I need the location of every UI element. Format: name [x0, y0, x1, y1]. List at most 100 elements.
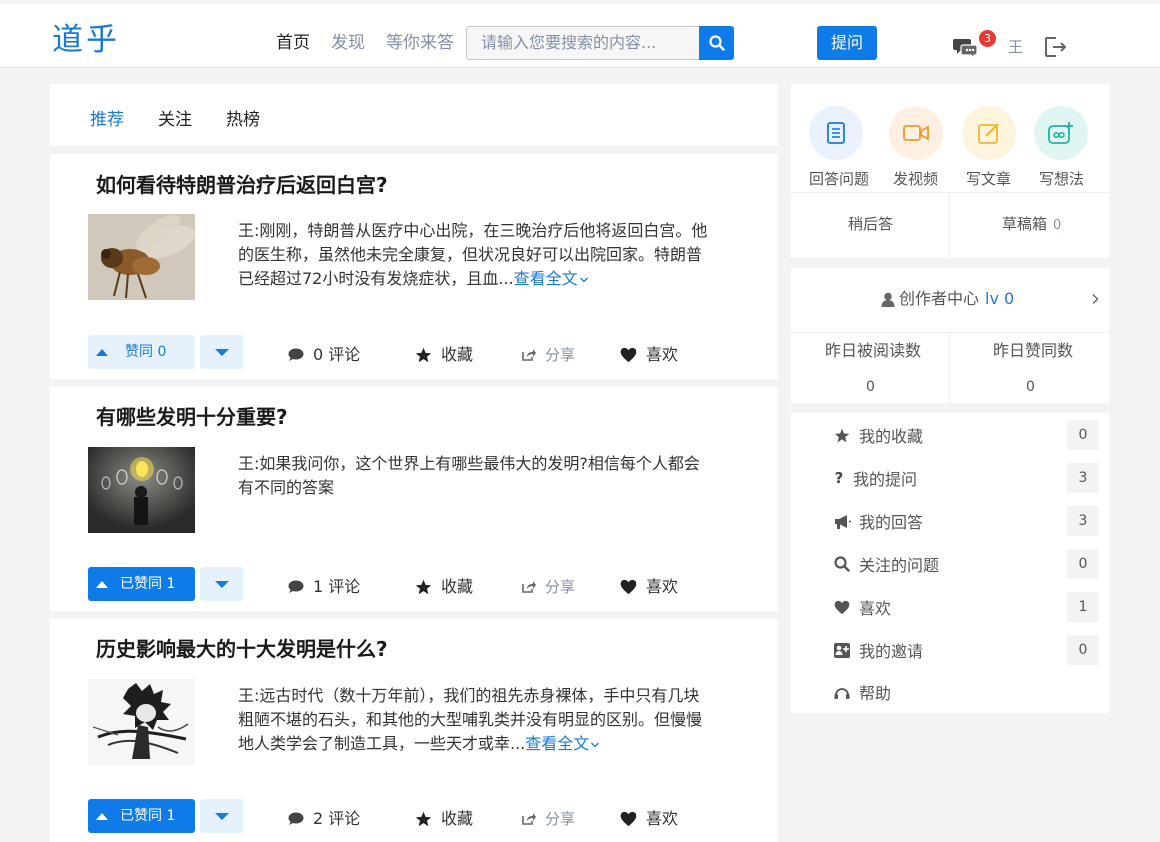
tab-recommend[interactable]: 推荐 [90, 109, 124, 131]
logout-icon[interactable] [1044, 36, 1068, 58]
answer-question-action[interactable] [809, 106, 863, 160]
like-button[interactable]: 喜欢 [620, 576, 678, 598]
drafts-label: 草稿箱 [1002, 215, 1048, 233]
chevron-down-icon [591, 742, 600, 748]
drafts-count: 0 [1053, 218, 1062, 233]
menu-count: 0 [1067, 635, 1099, 665]
read-more-link[interactable]: 查看全文 [514, 269, 589, 288]
top-header: 道乎 首页 发现 等你来答 请输入您要搜索的内容... 提问 3 王 [0, 4, 1160, 68]
comment-button[interactable]: 0 评论 [288, 344, 360, 366]
divider [949, 192, 950, 258]
like-button[interactable]: 喜欢 [620, 808, 678, 830]
drafts-link[interactable]: 草稿箱 0 [1002, 213, 1061, 237]
comment-icon [288, 348, 304, 361]
menu-label: 帮助 [859, 684, 892, 703]
search-button[interactable] [699, 26, 734, 60]
comment-count: 2 评论 [313, 809, 361, 828]
comment-button[interactable]: 2 评论 [288, 808, 360, 830]
comment-icon [288, 812, 304, 825]
nav-discover[interactable]: 发现 [331, 32, 365, 54]
collect-button[interactable]: 收藏 [415, 344, 473, 366]
site-logo[interactable]: 道乎 [52, 20, 120, 60]
megaphone-icon [834, 514, 851, 529]
share-button[interactable]: 分享 [521, 808, 575, 830]
write-article-action[interactable] [962, 106, 1016, 160]
write-idea-action[interactable] [1034, 106, 1088, 160]
post-video-label[interactable]: 发视频 [893, 168, 938, 190]
like-button[interactable]: 喜欢 [620, 344, 678, 366]
share-button[interactable]: 分享 [521, 344, 575, 366]
user-name[interactable]: 王 [1008, 36, 1023, 58]
answer-question-label[interactable]: 回答问题 [809, 168, 869, 190]
search-icon [834, 556, 850, 572]
question-title[interactable]: 历史影响最大的十大发明是什么? [96, 635, 388, 663]
collect-button[interactable]: 收藏 [415, 576, 473, 598]
qa-circle [962, 106, 1016, 160]
share-icon [522, 581, 536, 593]
menu-help[interactable]: 帮助 [833, 675, 891, 709]
answer-later-link[interactable]: 稍后答 [848, 213, 893, 235]
tab-follow[interactable]: 关注 [158, 109, 192, 131]
menu-my-answers[interactable]: 我的回答 [833, 504, 923, 538]
collect-label: 收藏 [441, 577, 474, 596]
comment-button[interactable]: 1 评论 [288, 576, 360, 598]
question-title[interactable]: 如何看待特朗普治疗后返回白宫? [96, 171, 388, 199]
qa-circle [1034, 106, 1088, 160]
comment-count: 0 评论 [313, 345, 361, 364]
comment-icon [288, 580, 304, 593]
answer-thumbnail[interactable] [88, 214, 195, 300]
menu-label: 我的提问 [853, 470, 918, 489]
menu-followed-questions[interactable]: 关注的问题 [833, 547, 939, 581]
downvote-button[interactable] [200, 567, 243, 601]
write-article-label[interactable]: 写文章 [966, 168, 1011, 190]
write-idea-label[interactable]: 写想法 [1039, 168, 1084, 190]
menu-my-invitations[interactable]: 我的邀请 [833, 633, 923, 667]
downvote-arrow-icon [214, 812, 229, 820]
qa-circle [809, 106, 863, 160]
menu-label: 我的回答 [859, 513, 924, 532]
fly-image [88, 214, 195, 300]
question-title[interactable]: 有哪些发明十分重要? [96, 403, 288, 431]
upvote-button[interactable]: 已赞同 1 [88, 799, 195, 833]
post-video-action[interactable] [889, 106, 943, 160]
search-input[interactable]: 请输入您要搜索的内容... [466, 26, 700, 60]
menu-my-questions[interactable]: ? 我的提问 [833, 461, 917, 495]
heart-icon [620, 579, 637, 595]
messages-icon[interactable] [953, 36, 979, 60]
read-more-link[interactable]: 查看全文 [525, 734, 600, 753]
downvote-button[interactable] [200, 335, 243, 369]
upvote-arrow-icon [96, 812, 108, 820]
menu-count: 0 [1067, 549, 1099, 579]
menu-label: 我的邀请 [859, 642, 924, 661]
user-icon [881, 292, 895, 307]
menu-count: 3 [1067, 463, 1099, 493]
downvote-arrow-icon [214, 348, 229, 356]
share-button[interactable]: 分享 [521, 576, 575, 598]
document-icon [827, 122, 845, 144]
tab-hot[interactable]: 热榜 [226, 109, 260, 131]
share-label: 分享 [545, 346, 576, 364]
ask-question-button[interactable]: 提问 [817, 26, 877, 60]
menu-my-collections[interactable]: 我的收藏 [833, 418, 923, 452]
creator-center-link[interactable]: 创作者中心 lv 0 [881, 288, 1014, 310]
upvote-button[interactable]: 赞同 0 [88, 335, 195, 369]
answer-thumbnail[interactable] [88, 679, 195, 765]
answer-thumbnail[interactable] [88, 447, 195, 533]
collect-button[interactable]: 收藏 [415, 808, 473, 830]
menu-likes[interactable]: 喜欢 [833, 590, 891, 624]
creator-center-panel: 创作者中心 lv 0 昨日被阅读数 0 昨日赞同数 0 [791, 268, 1109, 403]
downvote-button[interactable] [200, 799, 243, 833]
upvote-button[interactable]: 已赞同 1 [88, 567, 195, 601]
menu-label: 关注的问题 [859, 556, 940, 575]
nav-waiting-answers[interactable]: 等你来答 [386, 32, 454, 54]
nav-home[interactable]: 首页 [276, 32, 310, 54]
idea-icon [1048, 122, 1073, 144]
star-icon [415, 579, 432, 595]
share-label: 分享 [545, 578, 576, 596]
chevron-right-icon[interactable] [1091, 293, 1099, 305]
excerpt-text: 王:如果我问你，这个世界上有哪些最伟大的发明?相信每个人都会有不同的答案 [238, 454, 700, 497]
share-icon [522, 813, 536, 825]
question-icon: ? [834, 469, 844, 487]
upvote-arrow-icon [96, 580, 108, 588]
creator-level: lv 0 [985, 289, 1015, 308]
